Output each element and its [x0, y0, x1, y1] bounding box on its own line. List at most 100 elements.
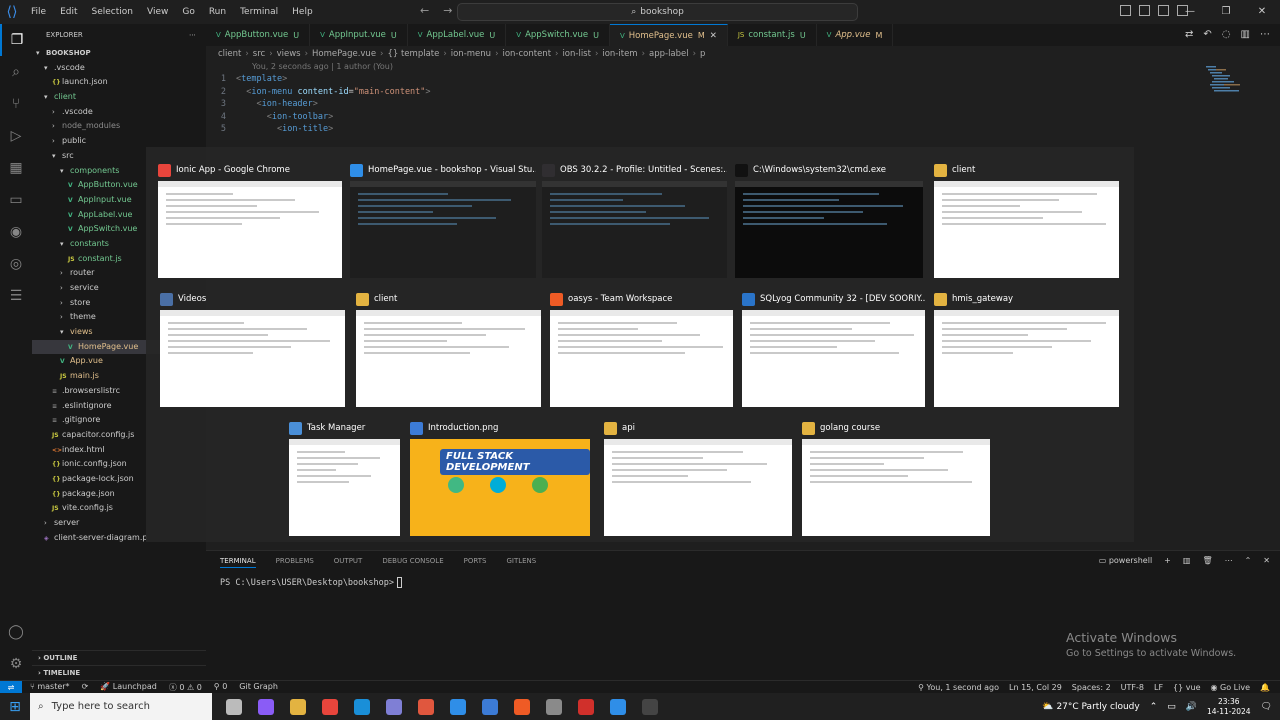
open-changes-icon[interactable]: ◌ [1222, 29, 1231, 40]
cursor-position[interactable]: Ln 15, Col 29 [1009, 683, 1062, 692]
breadcrumb-item[interactable]: src [253, 49, 265, 59]
switcher-window[interactable]: oasys - Team Workspace [550, 290, 733, 407]
network-icon[interactable]: ▭ [1167, 702, 1176, 712]
panel-tab-problems[interactable]: PROBLEMS [276, 557, 314, 568]
tree-item[interactable]: ▾ .vscode [32, 61, 206, 76]
vscode-insiders-icon[interactable] [602, 693, 634, 720]
editor-more-icon[interactable]: ⋯ [1260, 29, 1270, 40]
switcher-window[interactable]: HomePage.vue - bookshop - Visual Stu... [350, 161, 536, 278]
toggle-panel-icon[interactable] [1139, 5, 1150, 16]
mysql-icon[interactable] [570, 693, 602, 720]
run-debug-icon[interactable]: ▷ [0, 120, 32, 152]
media-player-icon[interactable] [378, 693, 410, 720]
gitlens-icon[interactable]: ◉ [0, 216, 32, 248]
menu-view[interactable]: View [140, 7, 175, 17]
editor-tab[interactable]: V App.vue M [816, 24, 894, 46]
source-control-icon[interactable]: ⑂ [0, 88, 32, 120]
maximize-panel-icon[interactable]: ⌃ [1245, 556, 1252, 565]
switcher-window[interactable]: SQLyog Community 32 - [DEV SOORIY... [742, 290, 925, 407]
volume-icon[interactable]: 🔊 [1186, 702, 1197, 712]
tab-close-icon[interactable]: ✕ [710, 31, 717, 41]
taskbar-clock[interactable]: 23:36 14-11-2024 [1207, 697, 1251, 717]
encoding[interactable]: UTF-8 [1121, 683, 1144, 692]
paint-icon[interactable] [410, 693, 442, 720]
go-live-button[interactable]: ◉ Go Live [1211, 683, 1251, 692]
panel-more-icon[interactable]: ⋯ [1225, 556, 1233, 565]
breadcrumb-item[interactable]: {} template [387, 49, 439, 59]
kill-terminal-icon[interactable]: 🗑 [1202, 556, 1212, 565]
new-terminal-icon[interactable]: + [1164, 556, 1171, 565]
tree-item[interactable]: {}launch.json [32, 75, 206, 90]
accounts-icon[interactable]: ◯ [0, 616, 32, 648]
command-center-search[interactable]: ⌕ bookshop [457, 3, 858, 21]
menu-terminal[interactable]: Terminal [233, 7, 285, 17]
panel-tab-debug-console[interactable]: DEBUG CONSOLE [382, 557, 443, 568]
switcher-window[interactable]: OBS 30.2.2 - Profile: Untitled - Scenes:… [542, 161, 727, 278]
ports-indicator[interactable]: ⚲ 0 [214, 682, 228, 693]
toggle-sidebar-icon[interactable] [1120, 5, 1131, 16]
cmd-icon[interactable] [634, 693, 666, 720]
vscode-taskbar-icon[interactable] [442, 693, 474, 720]
switcher-window[interactable]: Ionic App - Google Chrome [158, 161, 342, 278]
remote-indicator-icon[interactable]: ⇌ [0, 680, 22, 694]
switcher-window[interactable]: Introduction.png FULL STACK DEVELOPMENT [410, 419, 590, 536]
sync-icon[interactable]: ⟳ [82, 682, 89, 693]
weather-widget[interactable]: ⛅ 27°C Partly cloudy [1042, 702, 1139, 712]
switcher-window[interactable]: client [356, 290, 541, 407]
branch-indicator[interactable]: ⑂ master* [30, 682, 70, 693]
end-of-line[interactable]: LF [1154, 683, 1163, 692]
postman-icon[interactable] [506, 693, 538, 720]
editor-tab[interactable]: V HomePage.vue M ✕ [609, 24, 728, 46]
tree-item[interactable]: › .vscode [32, 105, 206, 120]
snipping-tool-icon[interactable] [474, 693, 506, 720]
tray-chevron-icon[interactable]: ⌃ [1150, 702, 1158, 712]
terminal-output[interactable]: PS C:\Users\USER\Desktop\bookshop> [220, 577, 402, 588]
workspace-root[interactable]: ▾ BOOKSHOP [32, 46, 206, 61]
switcher-window[interactable]: api [604, 419, 792, 536]
outline-section[interactable]: › OUTLINE [32, 650, 206, 665]
compare-icon[interactable]: ⇄ [1185, 29, 1193, 40]
forward-arrow-icon[interactable]: → [443, 4, 452, 17]
breadcrumb-item[interactable]: app-label [649, 49, 689, 59]
notification-center-icon[interactable]: 🗨 [1261, 702, 1272, 712]
breadcrumb-item[interactable]: client [218, 49, 241, 59]
explorer-icon[interactable]: ❐ [0, 24, 32, 56]
launchpad-button[interactable]: 🚀 Launchpad [100, 682, 157, 693]
terminal-shell-selector[interactable]: ▭ powershell [1099, 556, 1152, 565]
windows-start-icon[interactable]: ⊞ [0, 699, 30, 715]
switcher-window[interactable]: client [934, 161, 1119, 278]
back-arrow-icon[interactable]: ← [420, 4, 429, 17]
panel-tab-output[interactable]: OUTPUT [334, 557, 363, 568]
settings-gear-icon[interactable]: ⚙ [0, 648, 32, 680]
tree-item[interactable]: ▾ client [32, 90, 206, 105]
more-actions-icon[interactable]: ⋯ [189, 31, 196, 39]
remote-explorer-icon[interactable]: ▭ [0, 184, 32, 216]
chrome-icon[interactable] [314, 693, 346, 720]
close-panel-icon[interactable]: ✕ [1263, 556, 1270, 565]
breadcrumb-item[interactable]: ion-content [502, 49, 551, 59]
breadcrumb-item[interactable]: ion-menu [451, 49, 491, 59]
terminal-list-icon[interactable]: ☰ [0, 280, 32, 312]
git-graph-icon[interactable]: ◎ [0, 248, 32, 280]
switcher-window[interactable]: golang course [802, 419, 990, 536]
split-terminal-icon[interactable]: ▥ [1183, 556, 1191, 565]
editor-tab[interactable]: V AppSwitch.vue U [506, 24, 610, 46]
menu-file[interactable]: File [24, 7, 53, 17]
editor-tab[interactable]: JS constant.js U [727, 24, 817, 46]
editor-tab[interactable]: V AppButton.vue U [206, 24, 311, 46]
breadcrumb-item[interactable]: ion-item [602, 49, 637, 59]
tree-item[interactable]: › node_modules [32, 119, 206, 134]
editor-tab[interactable]: V AppInput.vue U [310, 24, 408, 46]
copilot-icon[interactable] [250, 693, 282, 720]
panel-tab-terminal[interactable]: TERMINAL [220, 557, 256, 568]
notifications-bell-icon[interactable]: 🔔 [1260, 683, 1270, 692]
menu-go[interactable]: Go [175, 7, 201, 17]
menu-help[interactable]: Help [285, 7, 320, 17]
search-view-icon[interactable]: ⌕ [0, 56, 32, 88]
blame-indicator[interactable]: ⚲ You, 1 second ago [918, 683, 999, 692]
close-icon[interactable]: ✕ [1244, 0, 1280, 24]
timeline-icon[interactable]: ↶ [1203, 29, 1211, 40]
switcher-window[interactable]: Videos [160, 290, 345, 407]
minimap[interactable] [1204, 64, 1264, 144]
minimize-icon[interactable]: — [1172, 0, 1208, 24]
